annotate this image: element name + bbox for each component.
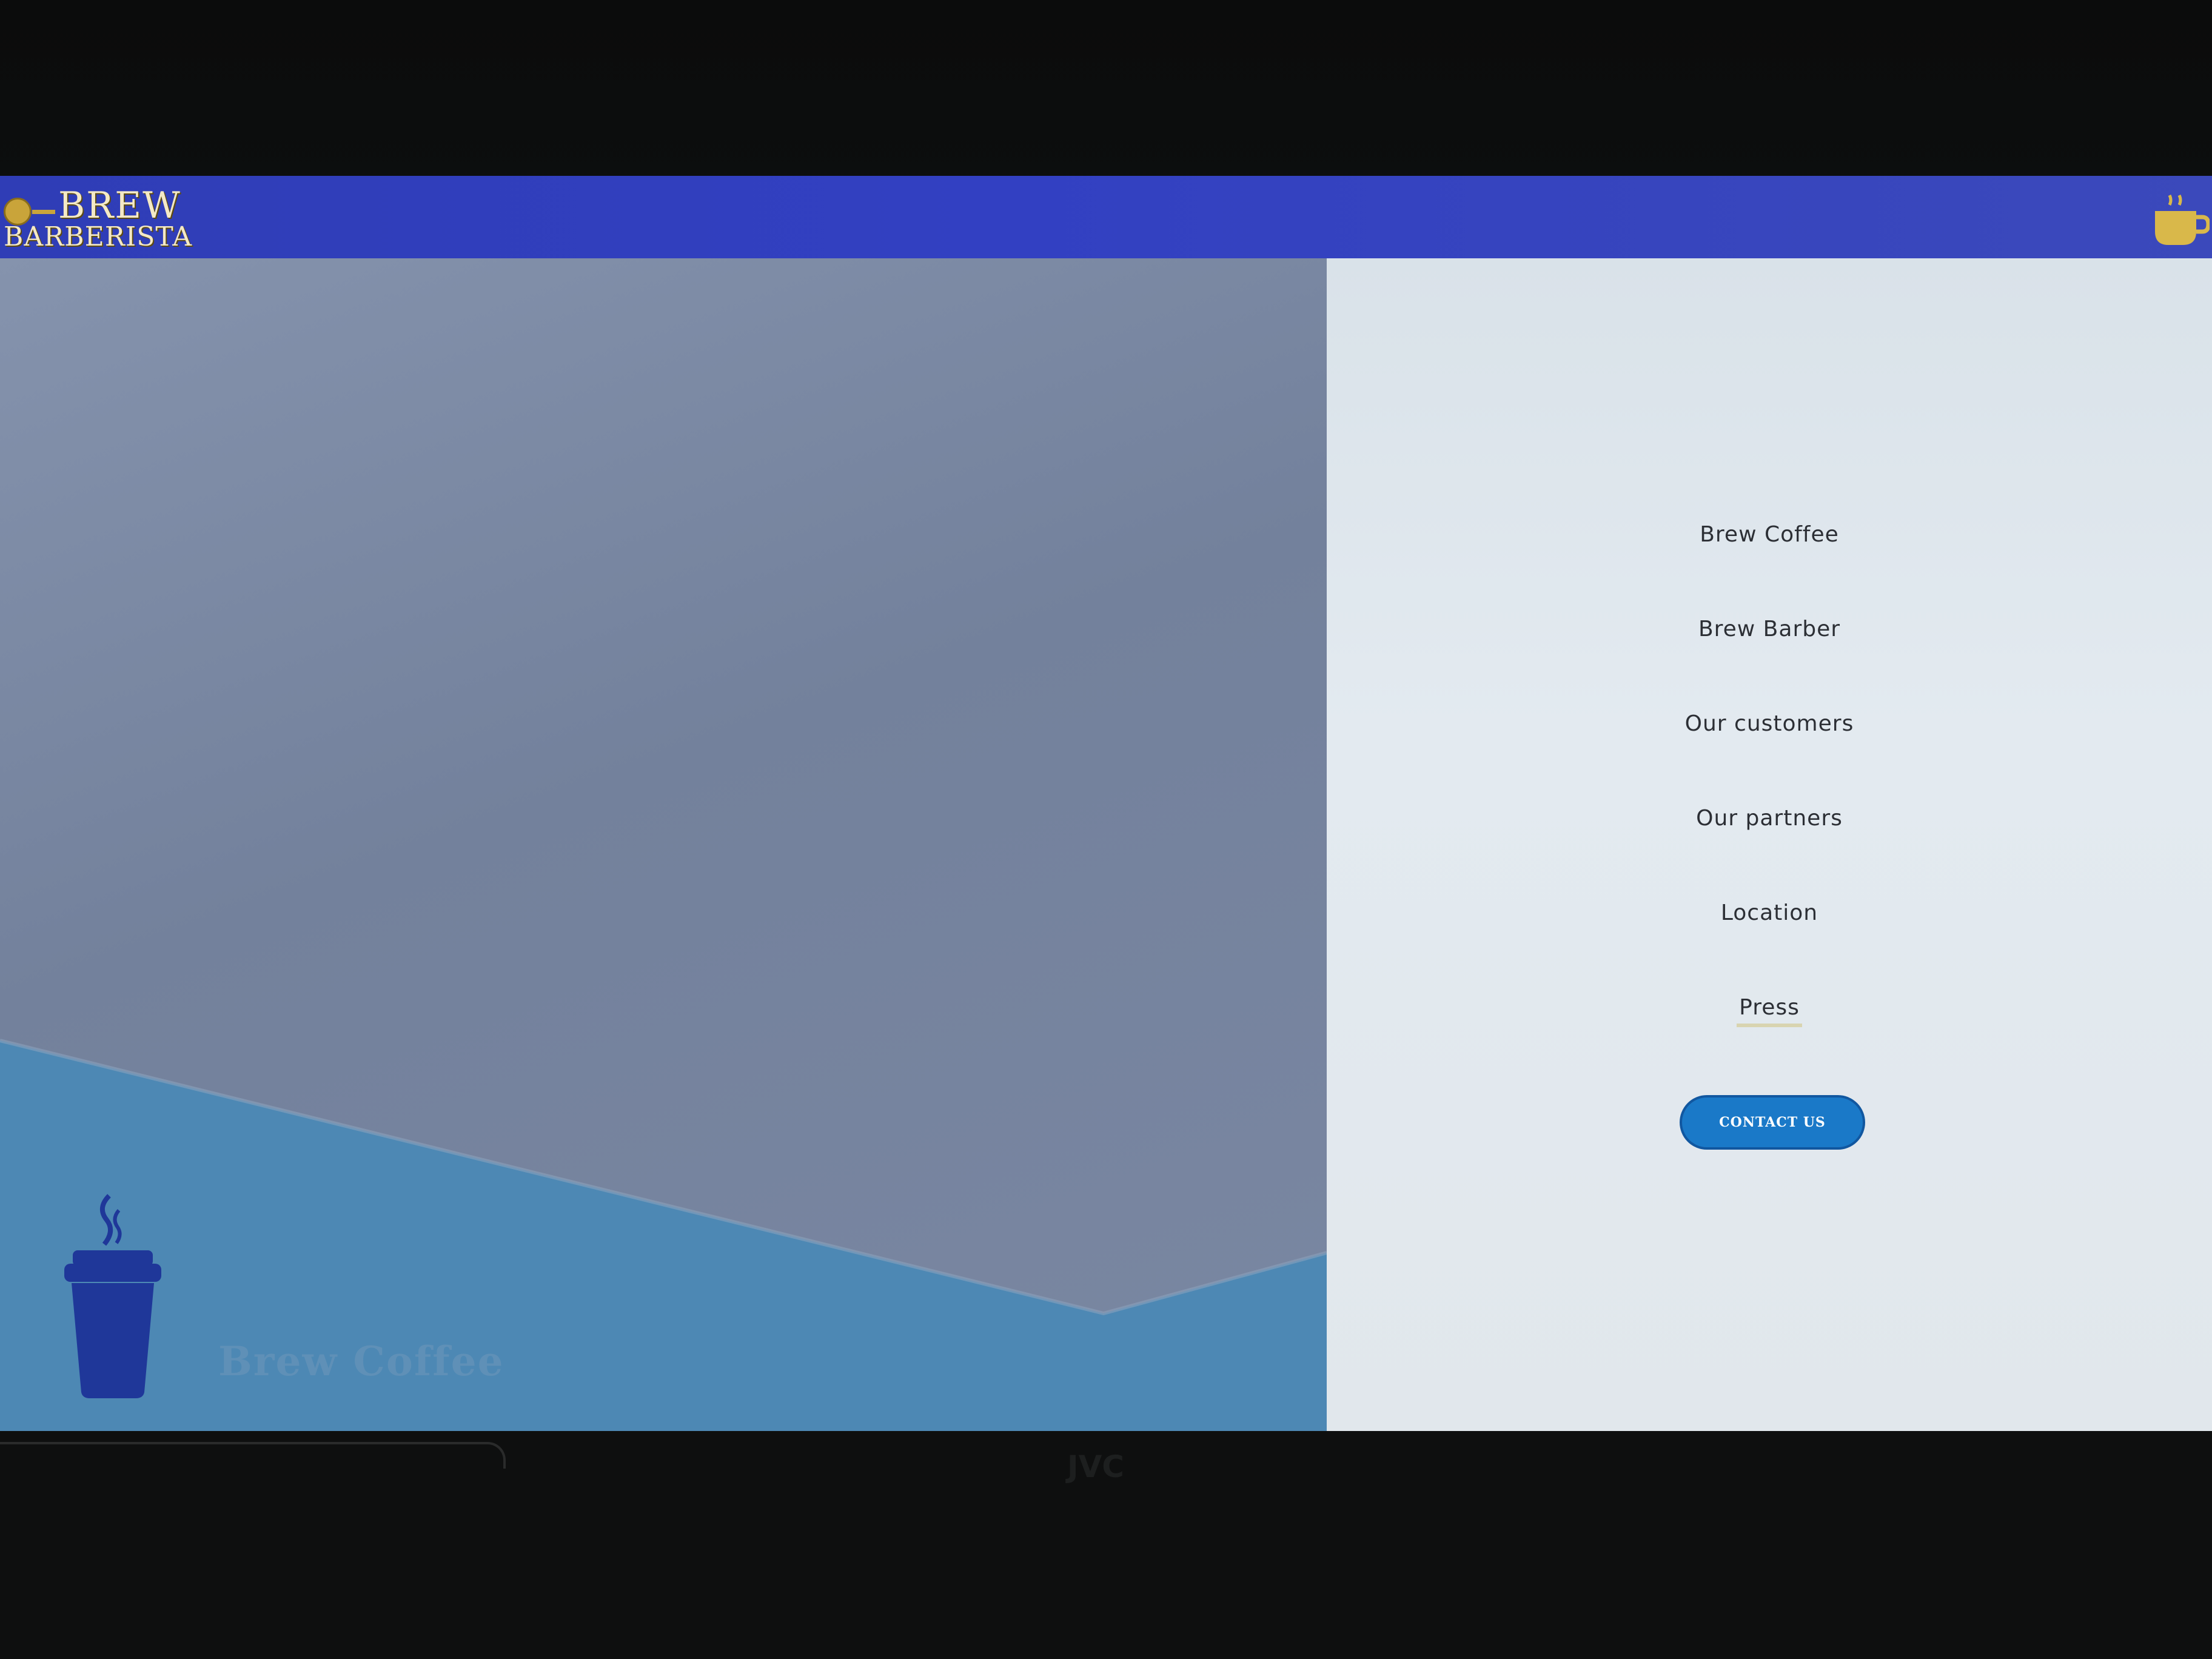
coffee-cup-icon[interactable] — [2151, 189, 2211, 250]
monitor-stand-edge — [0, 1442, 506, 1469]
browser-viewport: BREW BARBERISTA Brew Coffee Brew Coffee … — [0, 176, 2212, 1431]
nav-item-our-partners: Our partners — [1327, 803, 2212, 897]
nav-item-location: Location — [1327, 897, 2212, 992]
brand-logo[interactable]: BREW BARBERISTA — [2, 186, 196, 252]
nav-link-our-partners[interactable]: Our partners — [1694, 803, 1845, 834]
nav-link-press[interactable]: Press — [1737, 992, 1802, 1027]
nav-link-our-customers[interactable]: Our customers — [1683, 708, 1857, 740]
logo-text-brew: BREW — [58, 184, 181, 227]
logo-text-barberista: BARBERISTA — [4, 221, 193, 252]
contact-us-button[interactable]: CONTACT US — [1680, 1095, 1865, 1150]
takeaway-coffee-cup-icon — [58, 1192, 167, 1398]
nav-item-press: Press — [1327, 992, 2212, 1087]
hero-title: Brew Coffee — [218, 1338, 504, 1385]
nav-link-brew-barber[interactable]: Brew Barber — [1696, 614, 1843, 645]
nav-link-brew-coffee[interactable]: Brew Coffee — [1697, 519, 1842, 551]
nav-link-location[interactable]: Location — [1718, 897, 1820, 929]
nav-menu: Brew Coffee Brew Barber Our customers Ou… — [1327, 519, 2212, 1087]
hero-wave-shape — [0, 1039, 1327, 1431]
navigation-panel: Brew Coffee Brew Barber Our customers Ou… — [1327, 258, 2212, 1431]
hero-section: Brew Coffee — [0, 258, 1327, 1431]
monitor-brand-label: JVC — [1067, 1449, 1124, 1484]
site-header: BREW BARBERISTA — [0, 176, 2212, 258]
nav-item-brew-coffee: Brew Coffee — [1327, 519, 2212, 614]
nav-item-our-customers: Our customers — [1327, 708, 2212, 803]
nav-item-brew-barber: Brew Barber — [1327, 614, 2212, 708]
